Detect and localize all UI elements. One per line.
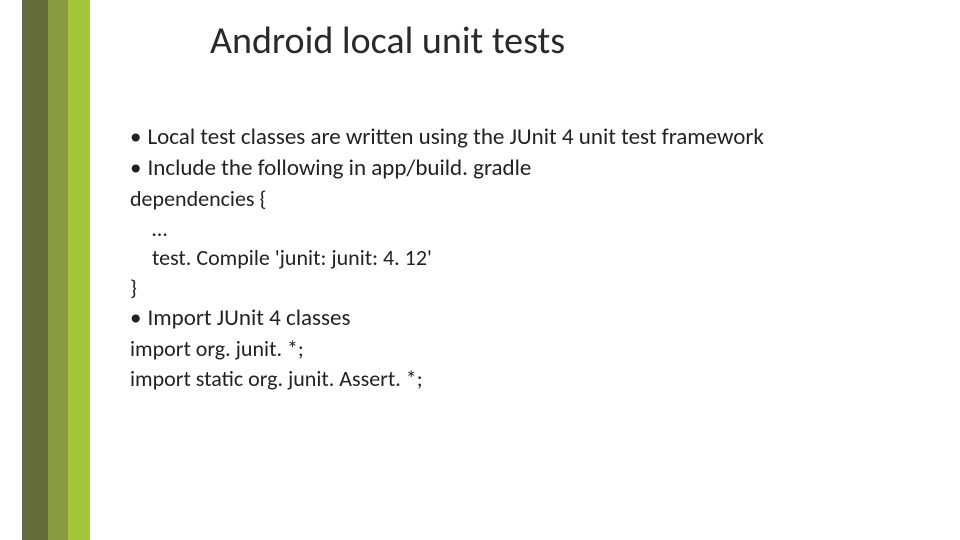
bar-olive — [48, 0, 68, 540]
code-testcompile: test. Compile 'junit: junit: 4. 12' — [152, 243, 910, 273]
bar-dark-olive — [22, 0, 48, 540]
code-import-1: import org. junit. *; — [130, 334, 910, 364]
bullet-marker: • — [130, 304, 141, 332]
bullet-marker: • — [130, 154, 141, 182]
bullet-2-text: Include the following in app/build. grad… — [147, 154, 531, 182]
code-dep-close: } — [130, 273, 910, 303]
code-ellipsis: … — [152, 214, 910, 244]
bullet-1-text: Local test classes are written using the… — [147, 123, 763, 151]
slide-title: Android local unit tests — [210, 18, 910, 64]
bullet-3-text: Import JUnit 4 classes — [147, 304, 350, 332]
bar-lime — [68, 0, 90, 540]
decorative-left-bars — [0, 0, 90, 540]
content-area: Android local unit tests •Local test cla… — [130, 18, 910, 393]
bar-white — [0, 0, 22, 540]
slide: Android local unit tests •Local test cla… — [0, 0, 960, 540]
code-import-2: import static org. junit. Assert. *; — [130, 364, 910, 394]
bullet-1: •Local test classes are written using th… — [130, 122, 910, 153]
bullet-2: •Include the following in app/build. gra… — [130, 153, 910, 184]
bullet-marker: • — [130, 123, 141, 151]
bullet-3: •Import JUnit 4 classes — [130, 303, 910, 334]
code-dep-open: dependencies { — [130, 184, 910, 214]
